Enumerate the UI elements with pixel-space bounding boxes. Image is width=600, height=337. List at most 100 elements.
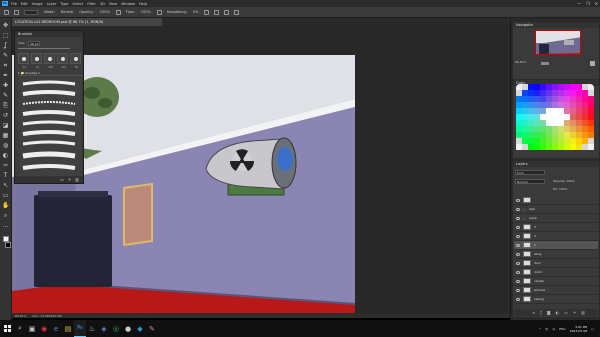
menu-edit[interactable]: Edit (21, 2, 28, 6)
stamp-icon[interactable]: ⎘ (2, 102, 9, 109)
quick-select-icon[interactable]: ✎ (2, 52, 9, 59)
menu-file[interactable]: File (11, 2, 17, 6)
folder-icon[interactable]: ▭ (60, 177, 64, 182)
trash-icon[interactable]: ▥ (75, 177, 79, 182)
blur-icon[interactable]: ◍ (2, 142, 9, 149)
layer-row[interactable]: 2 (514, 232, 598, 241)
type-icon[interactable]: T (2, 172, 9, 179)
crop-icon[interactable]: ⌗ (2, 62, 9, 69)
layer-row[interactable]: room (514, 268, 598, 277)
pressure-opacity-icon[interactable] (115, 9, 121, 15)
brush-preset-3[interactable]: 500 (44, 53, 55, 69)
menu-window[interactable]: Window (121, 2, 135, 6)
layer-row[interactable]: 3 (514, 223, 598, 232)
healing-icon[interactable]: ✚ (2, 82, 9, 89)
visibility-eye-icon[interactable] (516, 288, 520, 292)
brush-stroke-list[interactable] (19, 78, 81, 176)
visibility-eye-icon[interactable] (516, 225, 520, 229)
files-icon[interactable]: ▤ (62, 320, 74, 337)
layer-row[interactable]: ceiling (514, 295, 598, 304)
menu-layer[interactable]: Layer (47, 2, 57, 6)
layer-row[interactable]: 1 (514, 241, 598, 250)
navigator-title[interactable]: Navigator (513, 22, 599, 28)
path-select-icon[interactable]: ↖ (2, 182, 9, 189)
marquee-icon[interactable]: ⬚ (2, 32, 9, 39)
pressure-size-icon[interactable] (224, 9, 230, 15)
brush-preset-2[interactable]: 24 (31, 53, 42, 69)
obs-icon[interactable]: ● (122, 320, 134, 337)
hand-icon[interactable]: ✋ (2, 202, 9, 209)
eyedropper-icon[interactable]: ✒ (2, 72, 9, 79)
visibility-eye-icon[interactable] (516, 216, 520, 220)
gear-icon[interactable] (204, 9, 210, 15)
visibility-eye-icon[interactable] (516, 279, 520, 283)
layer-opacity[interactable]: Opacity: 100% (553, 179, 575, 183)
document-tab[interactable]: LOCATION v12 BEDROOM.psd @ 66.7% (1, RGB… (12, 18, 162, 26)
search-icon[interactable]: ⌕ (14, 320, 26, 337)
windows-start-icon[interactable] (0, 320, 14, 337)
move-icon[interactable]: ✥ (2, 22, 9, 29)
menu-type[interactable]: Type (60, 2, 68, 6)
maximize-button[interactable]: ❐ (586, 1, 590, 6)
history-brush-icon[interactable]: ↺ (2, 112, 9, 119)
link-icon[interactable]: ∞ (532, 310, 535, 315)
menu-filter[interactable]: Filter (87, 2, 96, 6)
navigator-zoom-in[interactable] (590, 61, 595, 66)
layer-row[interactable]: › wall (514, 205, 598, 214)
layer-blend-mode[interactable]: Normal (515, 179, 545, 184)
color-swatch[interactable] (588, 144, 594, 150)
volume-icon[interactable]: ◁) (552, 327, 555, 331)
folder-icon[interactable]: ▭ (564, 310, 568, 315)
language-indicator[interactable]: ENG (559, 327, 565, 331)
symmetry-icon[interactable] (234, 9, 240, 15)
brush-preset-5[interactable]: 80 (70, 53, 81, 69)
folder-icon[interactable]: › (523, 216, 526, 220)
eraser-icon[interactable]: ◪ (2, 122, 9, 129)
layer-row[interactable]: window (514, 286, 598, 295)
photoshop-icon[interactable]: Ps (74, 320, 86, 337)
brush-group-row[interactable]: ▾ 📁 brushes 1 (18, 71, 82, 76)
dodge-icon[interactable]: ◐ (2, 152, 9, 159)
home-icon[interactable] (4, 9, 9, 15)
menu-help[interactable]: Help (139, 2, 147, 6)
lasso-icon[interactable]: ʆ (2, 42, 9, 49)
navigator-zoom-out[interactable] (541, 62, 549, 65)
brush-size-slider[interactable] (18, 48, 70, 49)
network-icon[interactable]: ◔ (545, 327, 548, 331)
menu-3d[interactable]: 3D (100, 2, 105, 6)
steam-icon[interactable]: ♨ (86, 320, 98, 337)
flow-value[interactable]: 100% (141, 10, 151, 14)
minimize-button[interactable]: — (577, 1, 581, 6)
layer-fill[interactable]: Fill: 100% (553, 187, 568, 191)
angle-icon[interactable] (214, 9, 220, 15)
more-tools-icon[interactable]: … (2, 222, 9, 229)
visibility-eye-icon[interactable] (516, 234, 520, 238)
brush-preset-1[interactable]: 14 (18, 53, 29, 69)
navigator-thumbnail[interactable] (535, 30, 581, 55)
airbrush-icon[interactable] (156, 9, 162, 15)
new-layer-icon[interactable]: + (573, 310, 576, 315)
color-wheel[interactable] (516, 84, 594, 154)
visibility-eye-icon[interactable] (516, 198, 520, 202)
brush-preset-4[interactable]: 120 (57, 53, 68, 69)
chrome-icon[interactable]: ◉ (38, 320, 50, 337)
layers-panel-title[interactable]: Layers (513, 161, 599, 167)
visibility-eye-icon[interactable] (516, 243, 520, 247)
opacity-value[interactable]: 100% (100, 10, 110, 14)
spotify-icon[interactable]: ◎ (110, 320, 122, 337)
new-brush-icon[interactable]: + (68, 177, 71, 182)
layer-row[interactable] (514, 196, 598, 205)
brush-size-input[interactable]: 26 px (28, 40, 41, 46)
visibility-eye-icon[interactable] (516, 270, 520, 274)
layer-filter-kind[interactable]: Kind (515, 170, 545, 175)
task-view-icon[interactable]: ▣ (26, 320, 38, 337)
visibility-eye-icon[interactable] (516, 207, 520, 211)
brushes-panel-title[interactable]: Brushes (15, 31, 83, 37)
layer-row[interactable]: door (514, 259, 598, 268)
zoom-icon[interactable]: ⌕ (2, 212, 9, 219)
pen-icon[interactable]: ✑ (2, 162, 9, 169)
menu-image[interactable]: Image (32, 2, 43, 6)
close-button[interactable]: ✕ (595, 1, 598, 6)
clock[interactable]: 3:01 PM 2023-05-08 (570, 325, 587, 333)
notification-icon[interactable]: ▢ (591, 327, 594, 331)
